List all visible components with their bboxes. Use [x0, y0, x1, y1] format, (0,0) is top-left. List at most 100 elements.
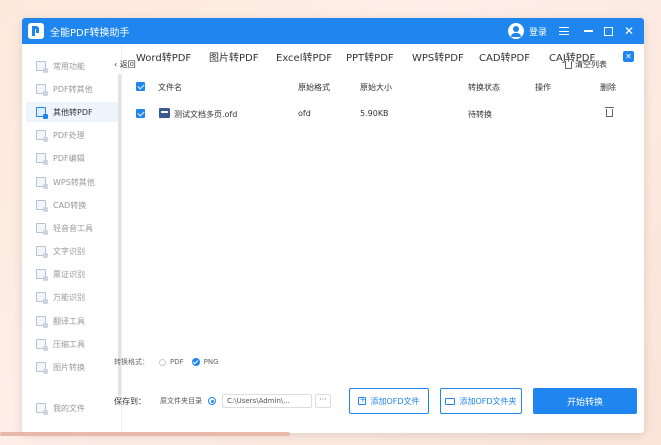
wps-icon — [36, 177, 48, 189]
sidebar-item-pdf-edit[interactable]: PDF编辑 — [26, 148, 118, 168]
radio-png[interactable] — [191, 358, 200, 366]
tab-excel-to-pdf[interactable]: Excel转PDF — [276, 49, 332, 64]
receipt-icon — [36, 269, 48, 281]
avatar-icon[interactable] — [508, 23, 524, 39]
maximize-button[interactable] — [599, 22, 617, 40]
delete-row-icon[interactable] — [605, 107, 614, 117]
sidebar-item-label: 其他转PDF — [53, 107, 93, 117]
star-icon — [36, 61, 48, 73]
tab-close-icon[interactable]: ✕ — [623, 51, 634, 62]
close-icon: ✕ — [623, 24, 635, 38]
table-header: 文件名 原始格式 原始大小 转换状态 操作 删除 — [114, 80, 616, 94]
add-folder-label: 添加OFD文件夹 — [459, 396, 517, 406]
audio-icon — [36, 223, 48, 235]
tab-image-to-pdf[interactable]: 图片转PDF — [209, 49, 258, 64]
sidebar-item-label: 常用功能 — [53, 61, 85, 71]
compress-icon — [36, 339, 48, 351]
tab-word-to-pdf[interactable]: Word转PDF — [136, 49, 191, 64]
header-filename: 文件名 — [158, 83, 182, 92]
chevron-left-icon: ‹ — [114, 60, 118, 69]
sidebar-item-label: 我的文件 — [53, 403, 85, 413]
save-path-input[interactable]: C:\Users\Admin\... — [222, 394, 312, 408]
close-button[interactable]: ✕ — [620, 22, 638, 40]
sidebar-item-label: 万能识别 — [53, 292, 85, 302]
sidebar-item-wps[interactable]: WPS转其他 — [26, 172, 118, 192]
add-folder-icon — [445, 397, 456, 405]
format-selector: 转换格式： PDF PNG — [114, 356, 219, 368]
back-button[interactable]: ‹ 返回 — [114, 59, 136, 70]
sidebar-item-cad[interactable]: CAD转换 — [26, 195, 118, 215]
sidebar-item-translate[interactable]: 翻译工具 — [26, 311, 118, 331]
pdf-process-icon — [36, 130, 48, 142]
translate-icon — [36, 316, 48, 328]
login-area[interactable]: 登录 — [508, 22, 547, 40]
row-checkbox[interactable] — [136, 109, 145, 118]
sidebar-item-my-files[interactable]: 我的文件 — [26, 398, 118, 418]
sidebar-item-label: 翻译工具 — [53, 316, 85, 326]
sidebar-item-pdf-process[interactable]: PDF处理 — [26, 125, 118, 145]
header-format: 原始格式 — [298, 83, 330, 92]
trash-icon — [564, 58, 573, 69]
source-dir-option[interactable]: 原文件夹目录 — [160, 396, 202, 406]
add-ofd-file-button[interactable]: 添加OFD文件 — [349, 388, 429, 414]
add-ofd-folder-button[interactable]: 添加OFD文件夹 — [440, 388, 522, 414]
add-file-label: 添加OFD文件 — [370, 396, 420, 406]
login-link[interactable]: 登录 — [529, 25, 547, 38]
sidebar-item-label: 票证识别 — [53, 269, 85, 279]
text-ocr-icon — [36, 246, 48, 258]
file-format: ofd — [298, 109, 311, 118]
radio-pdf[interactable] — [159, 358, 166, 366]
sidebar-item-universal-ocr[interactable]: 万能识别 — [26, 287, 118, 307]
format-option-png[interactable]: PNG — [204, 358, 219, 366]
sidebar-item-label: PDF处理 — [53, 130, 85, 140]
header-status: 转换状态 — [468, 83, 500, 92]
format-label: 转换格式： — [114, 358, 149, 366]
select-all-checkbox[interactable] — [136, 82, 145, 91]
ofd-file-icon — [159, 108, 170, 118]
start-convert-button[interactable]: 开始转换 — [533, 388, 637, 414]
sidebar-item-label: 图片转换 — [53, 362, 85, 372]
browse-button[interactable]: ··· — [315, 394, 331, 408]
sidebar-scrollbar[interactable] — [118, 74, 121, 396]
format-option-pdf[interactable]: PDF — [170, 358, 184, 366]
header-size: 原始大小 — [360, 83, 392, 92]
sidebar-item-common[interactable]: 常用功能 — [26, 56, 118, 76]
table-row: 测试文档多页.ofd ofd 5.90KB 待转换 — [114, 107, 614, 121]
tab-wps-to-pdf[interactable]: WPS转PDF — [412, 49, 464, 64]
sidebar-item-compress[interactable]: 压缩工具 — [26, 334, 118, 354]
sidebar-item-ocr[interactable]: 文字识别 — [26, 241, 118, 261]
file-status: 待转换 — [468, 110, 492, 119]
title-bar: 全能PDF转换助手 登录 ✕ — [22, 18, 644, 44]
menu-button[interactable] — [555, 22, 573, 40]
sidebar-item-label: 压缩工具 — [53, 339, 85, 349]
header-action: 操作 — [535, 83, 551, 92]
sidebar-item-receipt-ocr[interactable]: 票证识别 — [26, 264, 118, 284]
sidebar-item-other-to-pdf[interactable]: 其他转PDF — [26, 102, 118, 122]
pdf-edit-icon — [36, 153, 48, 165]
maximize-icon — [603, 26, 613, 36]
pdf-export-icon — [36, 84, 48, 96]
sidebar-item-label: CAD转换 — [53, 200, 87, 210]
minimize-button[interactable] — [579, 22, 597, 40]
sidebar-item-label: WPS转其他 — [53, 177, 95, 187]
sidebar-item-label: PDF转其他 — [53, 84, 93, 94]
tab-ppt-to-pdf[interactable]: PPT转PDF — [346, 49, 394, 64]
scan-icon — [36, 292, 48, 304]
add-file-icon — [358, 395, 367, 405]
sidebar-item-label: PDF编辑 — [53, 153, 85, 163]
radio-custom-path[interactable] — [208, 397, 216, 405]
pdf-import-icon — [36, 107, 48, 119]
sidebar-item-pdf-to-other[interactable]: PDF转其他 — [26, 79, 118, 99]
app-logo-icon — [28, 23, 44, 39]
sidebar-item-label: 轻音音工具 — [53, 223, 93, 233]
app-title: 全能PDF转换助手 — [50, 28, 130, 39]
clear-list-button[interactable]: 清空列表 — [564, 58, 607, 70]
sidebar: 常用功能 PDF转其他 其他转PDF PDF处理 PDF编辑 WPS转其他 CA… — [22, 44, 122, 433]
image-icon — [36, 362, 48, 374]
file-size: 5.90KB — [360, 109, 389, 118]
sidebar-item-audio[interactable]: 轻音音工具 — [26, 218, 118, 238]
sidebar-item-image[interactable]: 图片转换 — [26, 357, 118, 377]
cad-icon — [36, 200, 48, 212]
tab-cad-to-pdf[interactable]: CAD转PDF — [479, 49, 530, 64]
clear-list-label: 清空列表 — [575, 60, 607, 69]
